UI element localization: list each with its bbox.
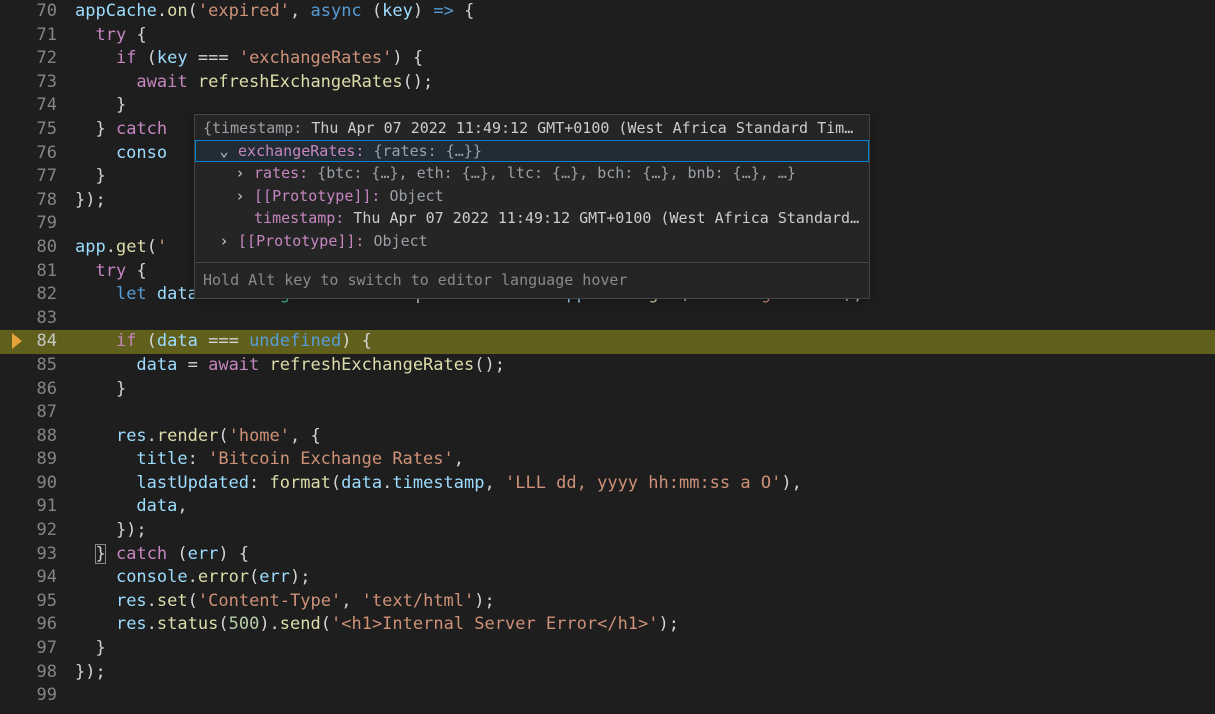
code-content: res.set('Content-Type', 'text/html'); <box>75 590 1215 614</box>
code-editor[interactable]: 70 appCache.on('expired', async (key) =>… <box>0 0 1215 714</box>
code-content <box>75 307 1215 331</box>
code-content: title: 'Bitcoin Exchange Rates', <box>75 448 1215 472</box>
code-content: data = await refreshExchangeRates(); <box>75 354 1215 378</box>
line-number: 78 <box>0 189 75 213</box>
debug-hover-row-rates[interactable]: › rates: {btc: {…}, eth: {…}, ltc: {…}, … <box>195 162 869 185</box>
line-number: 99 <box>0 684 75 708</box>
line-number: 79 <box>0 212 75 236</box>
code-line[interactable]: 91 data, <box>0 495 1215 519</box>
code-line[interactable]: 97 } <box>0 637 1215 661</box>
line-number: 93 <box>0 543 75 567</box>
code-line[interactable]: 93 } catch (err) { <box>0 543 1215 567</box>
chevron-right-icon[interactable]: › <box>219 230 229 253</box>
code-line[interactable]: 73 await refreshExchangeRates(); <box>0 71 1215 95</box>
line-number: 77 <box>0 165 75 189</box>
chevron-right-icon[interactable]: › <box>235 162 245 185</box>
chevron-right-icon[interactable]: › <box>235 185 245 208</box>
code-content: data, <box>75 495 1215 519</box>
code-line[interactable]: 92 }); <box>0 519 1215 543</box>
code-content: } catch (err) { <box>75 543 1215 567</box>
code-content: }); <box>75 519 1215 543</box>
code-content: try { <box>75 24 1215 48</box>
line-number: 96 <box>0 613 75 637</box>
line-number: 97 <box>0 637 75 661</box>
code-content <box>75 684 1215 708</box>
code-line[interactable]: 86 } <box>0 378 1215 402</box>
code-line[interactable]: 96 res.status(500).send('<h1>Internal Se… <box>0 613 1215 637</box>
code-line[interactable]: 90 lastUpdated: format(data.timestamp, '… <box>0 472 1215 496</box>
line-number: 85 <box>0 354 75 378</box>
code-content: }); <box>75 661 1215 685</box>
code-content: if (key === 'exchangeRates') { <box>75 47 1215 71</box>
line-number: 86 <box>0 378 75 402</box>
editor-lines: 70 appCache.on('expired', async (key) =>… <box>0 0 1215 708</box>
line-number: 81 <box>0 260 75 284</box>
code-line[interactable]: 87 <box>0 401 1215 425</box>
debug-hover-row-prototype[interactable]: › [[Prototype]]: Object <box>195 185 869 208</box>
code-content: await refreshExchangeRates(); <box>75 71 1215 95</box>
code-line[interactable]: 89 title: 'Bitcoin Exchange Rates', <box>0 448 1215 472</box>
line-number: 88 <box>0 425 75 449</box>
code-content: res.status(500).send('<h1>Internal Serve… <box>75 613 1215 637</box>
debug-hover-row-exchangeRates[interactable]: ⌄ exchangeRates: {rates: {…}} <box>195 140 869 163</box>
code-content: console.error(err); <box>75 566 1215 590</box>
breakpoint-icon[interactable] <box>12 333 22 349</box>
code-line[interactable]: 70 appCache.on('expired', async (key) =>… <box>0 0 1215 24</box>
code-content <box>75 401 1215 425</box>
spacer-icon <box>235 207 245 230</box>
code-line[interactable]: 85 data = await refreshExchangeRates(); <box>0 354 1215 378</box>
code-content: } <box>75 637 1215 661</box>
code-line[interactable]: 72 if (key === 'exchangeRates') { <box>0 47 1215 71</box>
code-content: } <box>75 378 1215 402</box>
line-number: 87 <box>0 401 75 425</box>
line-number: 91 <box>0 495 75 519</box>
debug-hover-summary: {timestamp: Thu Apr 07 2022 11:49:12 GMT… <box>195 117 869 140</box>
line-number: 80 <box>0 236 75 260</box>
line-number: 71 <box>0 24 75 48</box>
code-content: if (data === undefined) { <box>75 330 1215 354</box>
line-number: 89 <box>0 448 75 472</box>
code-content: res.render('home', { <box>75 425 1215 449</box>
code-line[interactable]: 71 try { <box>0 24 1215 48</box>
line-number: 82 <box>0 283 75 307</box>
code-line[interactable]: 88 res.render('home', { <box>0 425 1215 449</box>
line-number: 76 <box>0 142 75 166</box>
debug-hover-popup[interactable]: {timestamp: Thu Apr 07 2022 11:49:12 GMT… <box>194 114 870 299</box>
debug-hover-row-timestamp: timestamp: Thu Apr 07 2022 11:49:12 GMT+… <box>195 207 869 230</box>
code-content: appCache.on('expired', async (key) => { <box>75 0 1215 24</box>
line-number: 83 <box>0 307 75 331</box>
line-number: 72 <box>0 47 75 71</box>
line-number: 74 <box>0 94 75 118</box>
code-line-current[interactable]: 84 if (data === undefined) { <box>0 330 1215 354</box>
code-content: lastUpdated: format(data.timestamp, 'LLL… <box>75 472 1215 496</box>
line-number: 73 <box>0 71 75 95</box>
code-line[interactable]: 94 console.error(err); <box>0 566 1215 590</box>
debug-hover-row-prototype[interactable]: › [[Prototype]]: Object <box>195 230 869 253</box>
line-number: 90 <box>0 472 75 496</box>
code-line[interactable]: 98 }); <box>0 661 1215 685</box>
code-line[interactable]: 99 <box>0 684 1215 708</box>
line-number: 95 <box>0 590 75 614</box>
debug-hover-hint: Hold Alt key to switch to editor languag… <box>195 262 869 294</box>
code-line[interactable]: 83 <box>0 307 1215 331</box>
line-number: 70 <box>0 0 75 24</box>
line-number: 98 <box>0 661 75 685</box>
chevron-down-icon[interactable]: ⌄ <box>219 140 229 163</box>
line-number: 75 <box>0 118 75 142</box>
line-number: 92 <box>0 519 75 543</box>
code-line[interactable]: 95 res.set('Content-Type', 'text/html'); <box>0 590 1215 614</box>
line-number: 94 <box>0 566 75 590</box>
